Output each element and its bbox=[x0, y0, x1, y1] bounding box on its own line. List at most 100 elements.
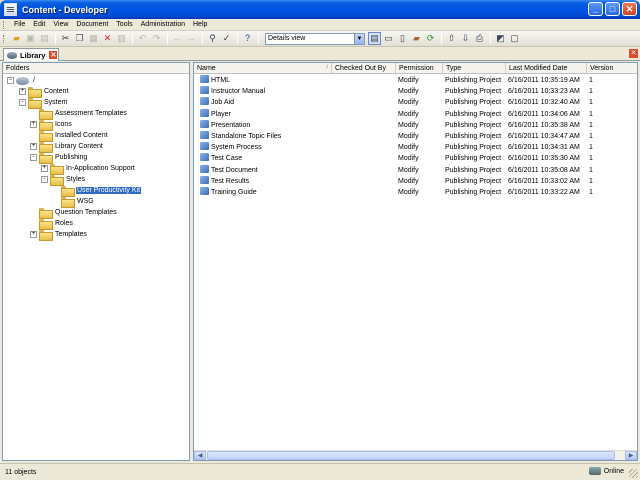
table-row[interactable]: Instructor Manual Modify Publishing Projec… bbox=[194, 86, 637, 97]
find-icon[interactable]: ⚲ bbox=[206, 32, 219, 45]
tree-item[interactable]: + Templates bbox=[30, 229, 88, 241]
table-row[interactable]: System Process Modify Publishing Project 6/… bbox=[194, 142, 637, 153]
publishing-project-icon bbox=[200, 119, 209, 128]
tree-root[interactable]: − / bbox=[7, 75, 36, 86]
table-row[interactable]: Standalone Topic Files Modify Publishing P… bbox=[194, 131, 637, 142]
table-row[interactable]: HTML Modify Publishing Project 6/16/2011 10… bbox=[194, 75, 637, 86]
check-out-icon[interactable]: ⇩ bbox=[459, 32, 472, 45]
tree-item-selected[interactable]: User Productivity Kit bbox=[52, 185, 142, 197]
collapse-icon[interactable]: - bbox=[30, 154, 37, 161]
column-type[interactable]: Type bbox=[443, 63, 506, 74]
back-icon[interactable]: ← bbox=[171, 32, 184, 45]
cell-version: 1 bbox=[589, 142, 637, 153]
tree-item[interactable]: Roles bbox=[30, 218, 74, 230]
menu-edit[interactable]: Edit bbox=[29, 21, 49, 28]
tree-item[interactable]: Question Templates bbox=[30, 207, 118, 219]
expand-icon[interactable]: + bbox=[30, 121, 37, 128]
forward-icon[interactable]: → bbox=[185, 32, 198, 45]
spellcheck-icon[interactable]: ✓ bbox=[220, 32, 233, 45]
cell-text: 1 bbox=[589, 121, 593, 129]
cell-text: Test Case bbox=[211, 155, 243, 163]
table-row[interactable]: Test Results Modify Publishing Project 6/16… bbox=[194, 175, 637, 187]
menu-grip-icon[interactable] bbox=[3, 20, 6, 29]
tree-item[interactable]: - Styles bbox=[41, 174, 86, 186]
expand-icon[interactable]: + bbox=[19, 88, 26, 95]
minimize-button[interactable]: _ bbox=[588, 2, 603, 16]
save-icon[interactable]: ▣ bbox=[24, 32, 37, 45]
chevron-down-icon[interactable]: ▼ bbox=[354, 33, 364, 44]
tab-library[interactable]: Library ✕ bbox=[3, 48, 59, 61]
publish-icon[interactable]: ⎙ bbox=[473, 32, 486, 45]
column-name[interactable]: Name / bbox=[194, 63, 332, 74]
table-row[interactable]: Player Modify Publishing Project 6/16/2011 … bbox=[194, 108, 637, 120]
tab-close-icon[interactable]: ✕ bbox=[49, 51, 58, 59]
column-checked-out-by[interactable]: Checked Out By bbox=[332, 63, 396, 74]
tree-item[interactable]: - System bbox=[19, 97, 68, 109]
horizontal-scrollbar[interactable]: ◀ ▶ bbox=[194, 450, 637, 460]
close-button[interactable]: ✕ bbox=[622, 2, 637, 16]
sort-icon: / bbox=[326, 65, 328, 71]
split-vertical-icon[interactable]: ▯ bbox=[396, 32, 409, 45]
scroll-left-icon[interactable]: ◀ bbox=[194, 451, 206, 460]
tree-item[interactable]: Assessment Templates bbox=[30, 108, 128, 120]
menu-file[interactable]: File bbox=[10, 21, 29, 28]
tree-item[interactable]: Installed Content bbox=[30, 130, 109, 142]
view-select[interactable]: Details view ▼ bbox=[265, 32, 365, 45]
cell-type: Publishing Project bbox=[445, 153, 505, 164]
maximize-button[interactable]: □ bbox=[605, 2, 620, 16]
resize-grip-icon[interactable] bbox=[629, 469, 638, 478]
undo-icon[interactable]: ↶ bbox=[136, 32, 149, 45]
window-title: Content - Developer bbox=[22, 4, 108, 15]
table-row[interactable]: Presentation Modify Publishing Project 6/16… bbox=[194, 119, 637, 131]
split-horizontal-icon[interactable]: ▭ bbox=[382, 32, 395, 45]
open-folder-icon[interactable]: ▰ bbox=[10, 32, 23, 45]
table-row[interactable]: Training Guide Modify Publishing Project 6/… bbox=[194, 187, 637, 198]
paste-icon[interactable]: ▦ bbox=[87, 32, 100, 45]
scroll-right-icon[interactable]: ▶ bbox=[625, 451, 637, 460]
redo-icon[interactable]: ↷ bbox=[150, 32, 163, 45]
preview-icon[interactable]: ◩ bbox=[494, 32, 507, 45]
close-icon[interactable]: ✕ bbox=[629, 49, 638, 58]
print-icon[interactable]: ▤ bbox=[38, 32, 51, 45]
properties-icon[interactable]: ▥ bbox=[115, 32, 128, 45]
collapse-icon[interactable]: - bbox=[41, 176, 48, 183]
refresh-icon[interactable]: ⟳ bbox=[424, 32, 437, 45]
menu-help[interactable]: Help bbox=[189, 21, 211, 28]
delete-icon[interactable]: ✕ bbox=[101, 32, 114, 45]
tree-item[interactable]: + Icons bbox=[30, 119, 73, 131]
scrollbar-thumb[interactable] bbox=[207, 451, 615, 460]
table-row[interactable]: Job Aid Modify Publishing Project 6/16/2011… bbox=[194, 97, 637, 108]
cut-icon[interactable]: ✂ bbox=[59, 32, 72, 45]
expand-icon[interactable]: + bbox=[30, 231, 37, 238]
menu-tools[interactable]: Tools bbox=[112, 21, 136, 28]
column-permission[interactable]: Permission bbox=[396, 63, 443, 74]
menu-administration[interactable]: Administration bbox=[137, 21, 189, 28]
column-version[interactable]: Version bbox=[587, 63, 637, 74]
table-row[interactable]: Test Case Modify Publishing Project 6/16/20… bbox=[194, 153, 637, 164]
table-row[interactable]: Test Document Modify Publishing Project 6/1… bbox=[194, 164, 637, 176]
expand-icon[interactable]: + bbox=[41, 165, 48, 172]
document-icon[interactable]: ▢ bbox=[508, 32, 521, 45]
expand-icon[interactable]: + bbox=[30, 143, 37, 150]
tree-item[interactable]: + In-Application Support bbox=[41, 163, 136, 175]
tree-item[interactable]: - Publishing bbox=[30, 152, 88, 164]
toolbar-grip-icon[interactable] bbox=[3, 34, 6, 43]
cell-permission: Modify bbox=[398, 176, 443, 187]
cell-date: 6/16/2011 10:34:31 AM bbox=[508, 142, 586, 153]
tree-item[interactable]: + Content bbox=[19, 86, 70, 98]
title-bar[interactable]: Content - Developer _ □ ✕ bbox=[0, 0, 640, 19]
details-view-icon[interactable]: ▤ bbox=[368, 32, 381, 45]
menu-document[interactable]: Document bbox=[72, 21, 112, 28]
cell-version: 1 bbox=[589, 97, 637, 108]
collapse-icon[interactable]: - bbox=[19, 99, 26, 106]
column-last-modified[interactable]: Last Modified Date bbox=[506, 63, 587, 74]
help-icon[interactable]: ? bbox=[241, 32, 254, 45]
sync-icon[interactable]: ▰ bbox=[410, 32, 423, 45]
tree-item[interactable]: WSG bbox=[52, 196, 95, 208]
tree-item[interactable]: + Library Content bbox=[30, 141, 104, 153]
menu-view[interactable]: View bbox=[49, 21, 72, 28]
cell-text: 6/16/2011 10:33:23 AM bbox=[508, 88, 580, 96]
collapse-icon[interactable]: − bbox=[7, 77, 14, 84]
copy-icon[interactable]: ❐ bbox=[73, 32, 86, 45]
check-in-icon[interactable]: ⇧ bbox=[445, 32, 458, 45]
